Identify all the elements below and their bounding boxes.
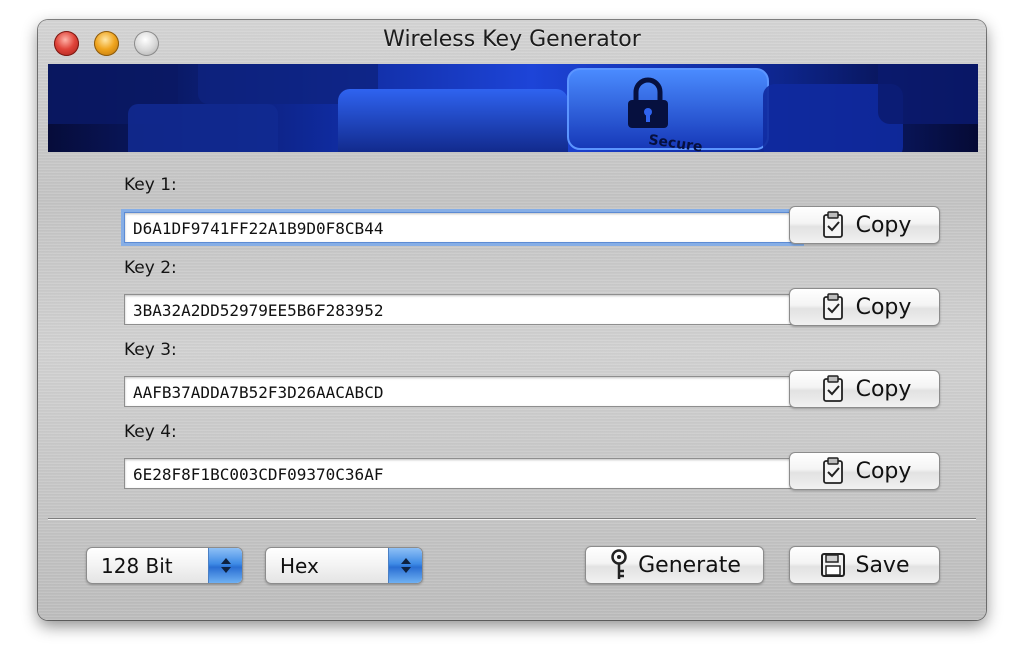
window-title: Wireless Key Generator (383, 27, 641, 52)
key-format-select[interactable]: Hex (265, 547, 423, 584)
key-3-field[interactable]: AAFB37ADDA7B52F3D26AACABCD (124, 376, 801, 407)
title-bar[interactable]: Wireless Key Generator (38, 20, 986, 64)
select-arrows-icon (208, 548, 242, 583)
copy-key-3-button[interactable]: Copy (789, 370, 940, 408)
key-2-field[interactable]: 3BA32A2DD52979EE5B6F283952 (124, 294, 801, 325)
copy-button-label: Copy (855, 458, 912, 484)
clipboard-icon (818, 456, 848, 486)
save-button[interactable]: Save (789, 546, 940, 584)
generate-button-label: Generate (638, 552, 741, 578)
clipboard-icon (818, 210, 848, 240)
clipboard-icon (818, 374, 848, 404)
app-window: Wireless Key Generator Secure Key 1: D6A… (38, 20, 986, 620)
key-4-label: Key 4: (124, 422, 177, 442)
floppy-disk-icon (819, 551, 847, 579)
keyboard-banner-image: Secure (48, 64, 978, 152)
key-length-select[interactable]: 128 Bit (86, 547, 243, 584)
clipboard-icon (818, 292, 848, 322)
key-2-label: Key 2: (124, 258, 177, 278)
section-divider (48, 518, 976, 520)
copy-key-2-button[interactable]: Copy (789, 288, 940, 326)
key-icon (608, 549, 630, 581)
key-3-label: Key 3: (124, 340, 177, 360)
key-format-value: Hex (280, 554, 319, 578)
copy-button-label: Copy (855, 294, 912, 320)
key-4-field[interactable]: 6E28F8F1BC003CDF09370C36AF (124, 458, 801, 489)
select-arrows-icon (388, 548, 422, 583)
key-1-label: Key 1: (124, 175, 177, 195)
copy-key-4-button[interactable]: Copy (789, 452, 940, 490)
header-banner: Secure (48, 64, 978, 152)
copy-button-label: Copy (855, 376, 912, 402)
generate-button[interactable]: Generate (585, 546, 764, 584)
key-length-value: 128 Bit (101, 554, 173, 578)
copy-key-1-button[interactable]: Copy (789, 206, 940, 244)
key-1-field[interactable]: D6A1DF9741FF22A1B9D0F8CB44 (124, 212, 801, 243)
copy-button-label: Copy (855, 212, 912, 238)
save-button-label: Save (855, 552, 910, 578)
